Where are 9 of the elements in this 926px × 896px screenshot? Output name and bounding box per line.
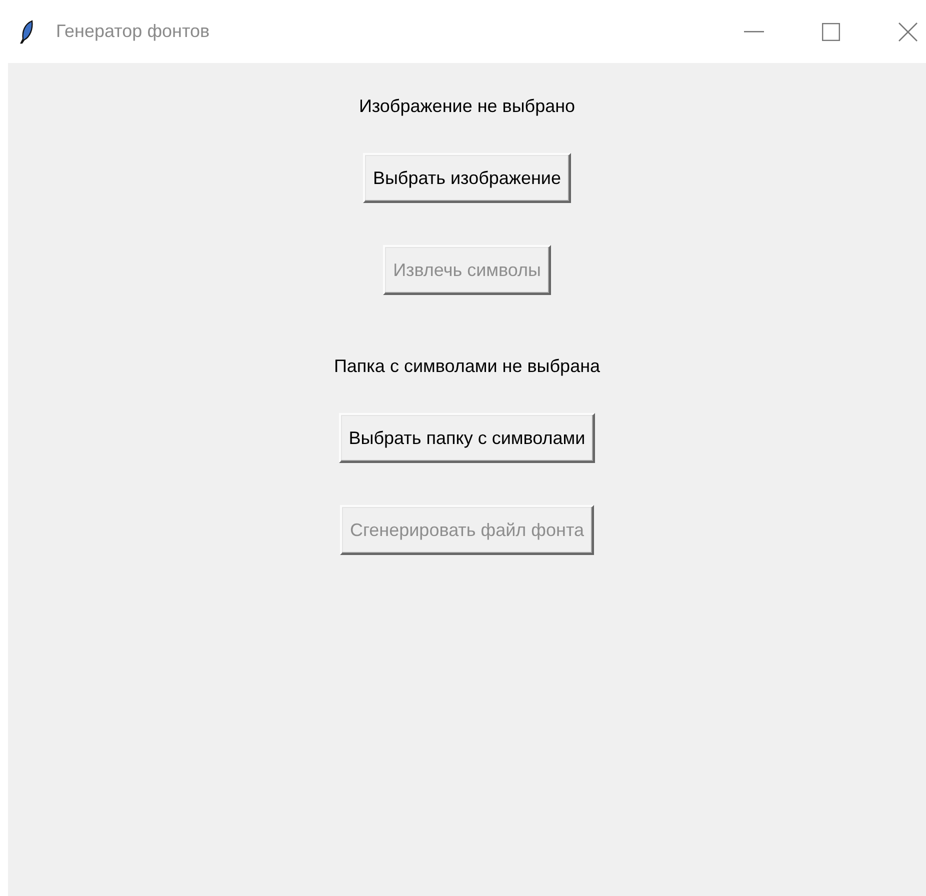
minimize-icon[interactable]: [744, 30, 764, 32]
feather-icon: [20, 20, 34, 44]
action-button[interactable]: Выбрать изображение: [362, 153, 571, 203]
window-title: Генератор фонтов: [56, 21, 210, 42]
status-label: Изображение не выбрано: [358, 95, 576, 118]
status-label: Папка с символами не выбрана: [334, 355, 600, 378]
close-icon[interactable]: [898, 22, 918, 42]
action-button[interactable]: Выбрать папку с символами: [338, 413, 596, 463]
maximize-icon[interactable]: [822, 22, 840, 40]
